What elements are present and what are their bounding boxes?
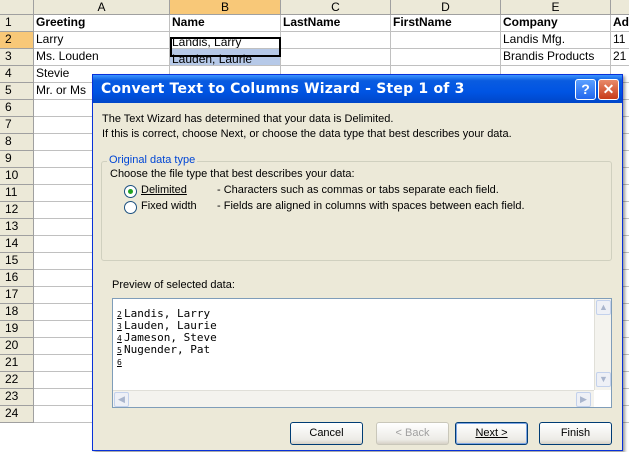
- column-header-c[interactable]: C: [281, 0, 391, 15]
- row-header[interactable]: 23: [0, 389, 34, 406]
- dialog-title: Convert Text to Columns Wizard - Step 1 …: [101, 81, 465, 97]
- row-header[interactable]: 12: [0, 202, 34, 219]
- row-header[interactable]: 13: [0, 219, 34, 236]
- back-button[interactable]: < Back: [376, 422, 449, 445]
- row-header[interactable]: 14: [0, 236, 34, 253]
- intro-text-line1: The Text Wizard has determined that your…: [102, 113, 394, 125]
- data-preview-pane[interactable]: 2 Landis, Larry 3 Lauden, Laurie 4 Jameson,…: [112, 298, 612, 408]
- help-icon[interactable]: ?: [575, 79, 596, 100]
- row-header[interactable]: 15: [0, 253, 34, 270]
- scroll-left-icon[interactable]: ◀: [114, 392, 129, 407]
- finish-button-label: Finish: [560, 427, 591, 439]
- finish-button[interactable]: Finish: [539, 422, 612, 445]
- cell-c3[interactable]: [281, 49, 391, 66]
- next-button[interactable]: Next >: [455, 422, 528, 445]
- cell-d3[interactable]: [391, 49, 501, 66]
- cancel-button[interactable]: Cancel: [290, 422, 363, 445]
- cell-b1[interactable]: Name: [170, 15, 281, 32]
- cell-f3[interactable]: 21: [611, 49, 629, 66]
- dialog-title-bar[interactable]: Convert Text to Columns Wizard - Step 1 …: [93, 75, 622, 103]
- row-header[interactable]: 11: [0, 185, 34, 202]
- row-header[interactable]: 4: [0, 66, 34, 83]
- column-header-e[interactable]: E: [501, 0, 611, 15]
- delimited-radio[interactable]: [124, 185, 137, 198]
- preview-row: 5 Nugender, Pat: [117, 344, 210, 357]
- cell-f1[interactable]: Ad: [611, 15, 629, 32]
- row-header[interactable]: 21: [0, 355, 34, 372]
- row-header[interactable]: 20: [0, 338, 34, 355]
- choose-file-type-label: Choose the file type that best describes…: [110, 168, 355, 180]
- row-header[interactable]: 3: [0, 49, 34, 66]
- column-header-f[interactable]: [611, 0, 629, 15]
- radio-selected-dot: [128, 189, 133, 194]
- preview-vertical-scrollbar[interactable]: ▲ ▼: [594, 299, 611, 390]
- cell-d2[interactable]: [391, 32, 501, 49]
- row-header[interactable]: 1: [0, 15, 34, 32]
- cell-e1[interactable]: Company: [501, 15, 611, 32]
- cell-b3[interactable]: Lauden, Laurie: [170, 49, 281, 66]
- column-header-b[interactable]: B: [170, 0, 281, 15]
- column-header-d[interactable]: D: [391, 0, 501, 15]
- cell-f2[interactable]: 11: [611, 32, 629, 49]
- row-header[interactable]: 7: [0, 117, 34, 134]
- row-header[interactable]: 22: [0, 372, 34, 389]
- delimited-label[interactable]: Delimited: [141, 184, 187, 196]
- preview-label: Preview of selected data:: [112, 279, 235, 291]
- convert-text-wizard-dialog: Convert Text to Columns Wizard - Step 1 …: [92, 74, 623, 451]
- scroll-right-icon[interactable]: ▶: [576, 392, 591, 407]
- preview-row: 6: [117, 356, 124, 369]
- cell-c1[interactable]: LastName: [281, 15, 391, 32]
- preview-horizontal-scrollbar[interactable]: ◀ ▶: [113, 390, 594, 407]
- next-button-label: Next >: [475, 427, 508, 439]
- select-all-corner[interactable]: [0, 0, 34, 15]
- row-header[interactable]: 19: [0, 321, 34, 338]
- cell-b2[interactable]: Landis, Larry: [170, 32, 281, 49]
- fixed-width-description: - Fields are aligned in columns with spa…: [217, 200, 525, 212]
- row-header[interactable]: 24: [0, 406, 34, 423]
- row-header[interactable]: 8: [0, 134, 34, 151]
- row-header[interactable]: 17: [0, 287, 34, 304]
- row-header[interactable]: 2: [0, 32, 34, 49]
- scroll-up-icon[interactable]: ▲: [596, 300, 611, 315]
- cell-c2[interactable]: [281, 32, 391, 49]
- preview-row-text: Nugender, Pat: [124, 343, 211, 356]
- cell-d1[interactable]: FirstName: [391, 15, 501, 32]
- row-header[interactable]: 18: [0, 304, 34, 321]
- fixed-width-label[interactable]: Fixed width: [141, 200, 197, 212]
- row-header[interactable]: 10: [0, 168, 34, 185]
- intro-text-line2: If this is correct, choose Next, or choo…: [102, 128, 512, 140]
- column-header-a[interactable]: A: [34, 0, 170, 15]
- fixed-width-label-text: Fixed width: [141, 200, 197, 212]
- cell-a3[interactable]: Ms. Louden: [34, 49, 170, 66]
- scroll-down-icon[interactable]: ▼: [596, 372, 611, 387]
- cell-e2[interactable]: Landis Mfg.: [501, 32, 611, 49]
- delimited-label-text: Delimited: [141, 184, 187, 196]
- cell-a2[interactable]: Larry: [34, 32, 170, 49]
- close-icon[interactable]: ✕: [598, 79, 619, 100]
- fixed-width-radio[interactable]: [124, 201, 137, 214]
- preview-row-number: 6: [117, 358, 122, 367]
- row-header[interactable]: 5: [0, 83, 34, 100]
- delimited-description: - Characters such as commas or tabs sepa…: [217, 184, 499, 196]
- cell-e3[interactable]: Brandis Products: [501, 49, 611, 66]
- row-header[interactable]: 6: [0, 100, 34, 117]
- row-header[interactable]: 16: [0, 270, 34, 287]
- cell-a1[interactable]: Greeting: [34, 15, 170, 32]
- group-label: Original data type: [107, 154, 198, 166]
- row-header[interactable]: 9: [0, 151, 34, 168]
